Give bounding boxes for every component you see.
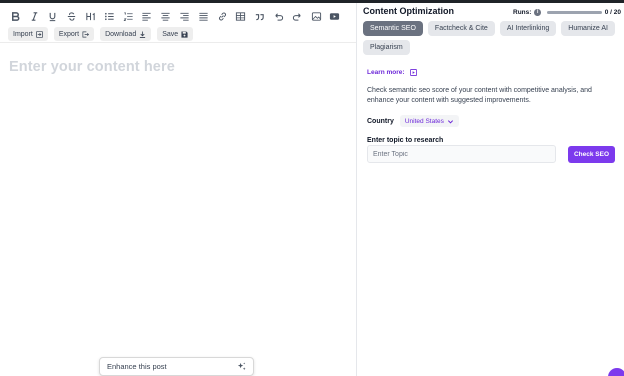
editor-content-area[interactable]: Enter your content here <box>9 59 175 75</box>
enhance-post-button[interactable]: Enhance this post <box>99 357 254 376</box>
save-button[interactable]: Save <box>157 27 194 41</box>
underline-icon[interactable] <box>44 7 63 25</box>
align-center-icon[interactable] <box>156 7 175 25</box>
export-button[interactable]: Export <box>53 27 95 41</box>
runs-count: 0 / 20 <box>604 8 621 16</box>
runs-indicator: Runs: i 0 / 20 <box>513 6 621 18</box>
country-select[interactable]: United States <box>399 115 459 127</box>
download-label: Download <box>105 30 137 38</box>
heading-icon[interactable] <box>81 7 100 25</box>
sparkle-icon <box>237 362 246 371</box>
country-value: United States <box>404 117 444 125</box>
download-button[interactable]: Download <box>100 27 152 41</box>
feature-description: Check semantic seo score of your content… <box>367 87 592 104</box>
tab-semantic-seo[interactable]: Semantic SEO <box>363 21 423 36</box>
image-icon[interactable] <box>307 7 326 25</box>
video-icon[interactable] <box>326 7 345 25</box>
learn-more-label: Learn more: <box>367 69 405 76</box>
align-justify-icon[interactable] <box>194 7 213 25</box>
country-row: Country United States <box>367 115 459 127</box>
panel-title: Content Optimization <box>363 6 454 16</box>
export-icon <box>82 31 90 37</box>
enhance-label: Enhance this post <box>107 362 167 371</box>
export-label: Export <box>58 30 80 38</box>
editor-toolbar: Import Export Download Save <box>0 3 357 43</box>
editor-pane: Import Export Download Save Enter your c… <box>0 3 357 376</box>
bullet-list-icon[interactable] <box>100 7 119 25</box>
tab-factcheck-cite[interactable]: Factcheck & Cite <box>427 21 495 36</box>
save-label: Save <box>162 30 179 38</box>
align-left-icon[interactable] <box>138 7 157 25</box>
undo-icon[interactable] <box>269 7 288 25</box>
quote-icon[interactable] <box>250 7 269 25</box>
import-button[interactable]: Import <box>8 27 48 41</box>
tool-tabs: Semantic SEO Factcheck & Cite AI Interli… <box>363 21 621 55</box>
format-toolbar <box>6 7 344 25</box>
topic-input[interactable] <box>367 145 556 163</box>
tab-humanize-ai[interactable]: Humanize AI <box>561 21 615 36</box>
editor-actions: Import Export Download Save <box>8 27 194 41</box>
info-icon[interactable]: i <box>534 8 541 16</box>
tab-plagiarism[interactable]: Plagiarism <box>363 40 410 55</box>
tab-ai-interlinking[interactable]: AI Interlinking <box>499 21 557 36</box>
runs-label: Runs: <box>513 8 532 16</box>
import-icon <box>35 30 43 38</box>
link-icon[interactable] <box>213 7 232 25</box>
redo-icon[interactable] <box>288 7 307 25</box>
numbered-list-icon[interactable] <box>119 7 138 25</box>
table-icon[interactable] <box>232 7 251 25</box>
video-tutorial-icon[interactable] <box>409 69 417 76</box>
italic-icon[interactable] <box>25 7 44 25</box>
chat-widget-button[interactable] <box>608 368 624 376</box>
strikethrough-icon[interactable] <box>62 7 81 25</box>
chevron-down-icon <box>447 119 453 123</box>
save-icon <box>181 30 188 38</box>
download-icon <box>140 30 146 38</box>
import-label: Import <box>13 30 33 38</box>
check-seo-button[interactable]: Check SEO <box>568 146 615 163</box>
country-label: Country <box>367 117 394 125</box>
align-right-icon[interactable] <box>175 7 194 25</box>
content-optimization-panel: Content Optimization Runs: i 0 / 20 Sema… <box>357 3 624 376</box>
runs-progress-bar <box>546 10 602 14</box>
topic-label: Enter topic to research <box>367 137 444 144</box>
bold-icon[interactable] <box>6 7 25 25</box>
learn-more-link[interactable]: Learn more: <box>367 69 417 76</box>
